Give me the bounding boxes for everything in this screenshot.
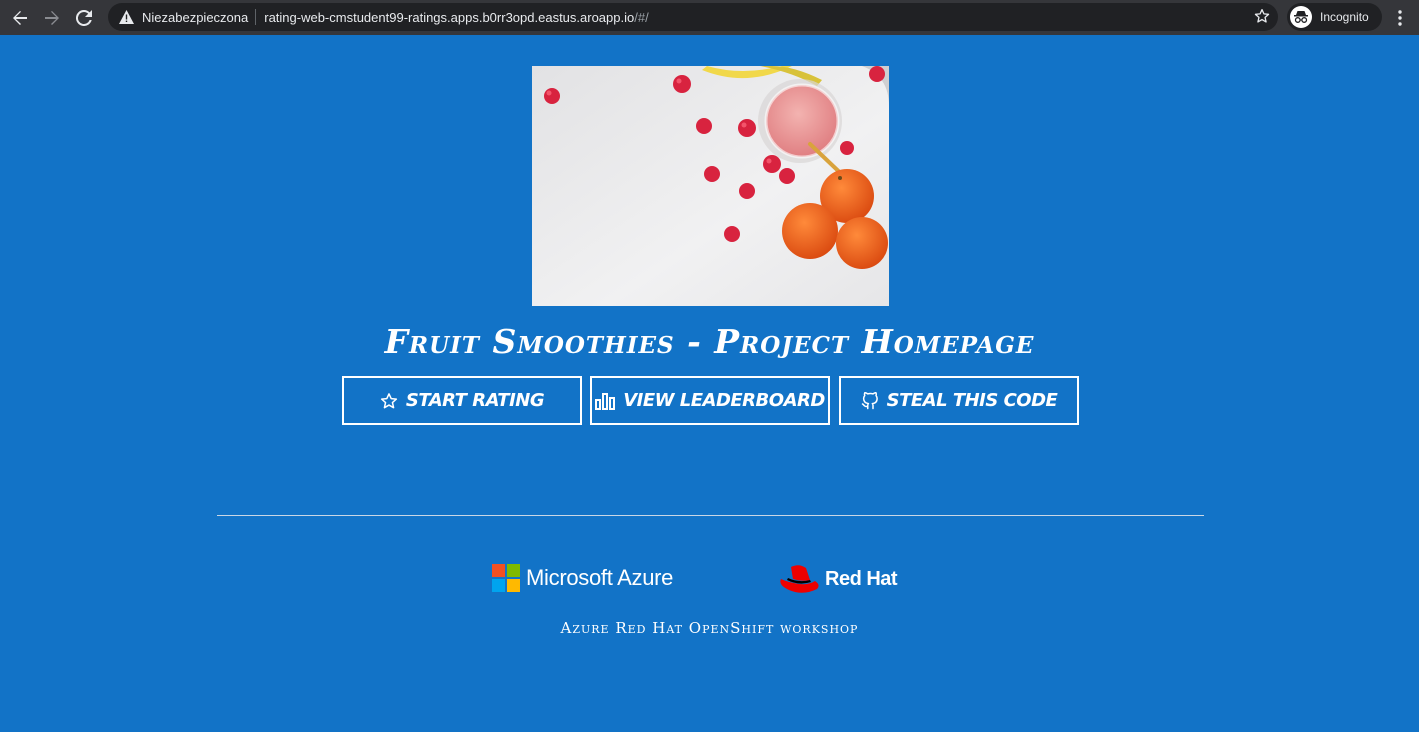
- view-leaderboard-label: View Leaderboard: [623, 390, 825, 411]
- red-hat-logo: Red Hat: [779, 563, 898, 595]
- red-hat-logo-text: Red Hat: [825, 567, 898, 590]
- bar-chart-icon: [595, 392, 616, 410]
- forward-button[interactable]: [36, 2, 68, 34]
- microsoft-logo-icon: [492, 564, 520, 592]
- url-path: /#/: [634, 9, 649, 25]
- back-button[interactable]: [4, 2, 36, 34]
- omnibox-separator: [255, 9, 257, 25]
- arrow-left-icon: [13, 10, 27, 25]
- warning-icon: [118, 9, 134, 25]
- star-icon: [380, 392, 397, 408]
- browser-toolbar: Niezabezpieczona rating-web-cmstudent99-…: [0, 0, 1419, 35]
- microsoft-azure-logo: Microsoft Azure: [492, 564, 673, 592]
- steal-this-code-button[interactable]: Steal this code: [839, 376, 1079, 425]
- steal-this-code-label: Steal this code: [886, 390, 1058, 411]
- azure-logo-text: Microsoft Azure: [526, 565, 674, 590]
- reload-button[interactable]: [68, 2, 100, 34]
- workshop-caption: Azure Red Hat OpenShift workshop: [560, 619, 859, 637]
- page-title: Fruit Smoothies - Project Homepage: [384, 322, 1035, 361]
- start-rating-label: Start Rating: [405, 390, 545, 411]
- bookmark-star-icon[interactable]: [1254, 8, 1270, 29]
- incognito-label: Incognito: [1320, 10, 1369, 24]
- red-hat-fedora-icon: [780, 565, 819, 593]
- incognito-icon: [1290, 6, 1312, 28]
- reload-icon: [76, 9, 92, 26]
- github-icon: [861, 391, 878, 409]
- security-label[interactable]: Niezabezpieczona: [142, 10, 248, 25]
- url-text[interactable]: rating-web-cmstudent99-ratings.apps.b0rr…: [264, 10, 648, 25]
- browser-menu-button[interactable]: [1392, 8, 1408, 28]
- section-divider: [217, 515, 1204, 516]
- more-vertical-icon: [1398, 10, 1402, 26]
- start-rating-button[interactable]: Start Rating: [342, 376, 582, 425]
- incognito-badge[interactable]: Incognito: [1287, 3, 1382, 31]
- hero-image: [532, 66, 889, 306]
- page-content: Fruit Smoothies - Project Homepage Start…: [0, 35, 1419, 732]
- url-host: rating-web-cmstudent99-ratings.apps.b0rr…: [264, 9, 635, 25]
- address-bar[interactable]: Niezabezpieczona rating-web-cmstudent99-…: [108, 3, 1278, 31]
- arrow-right-icon: [45, 10, 59, 25]
- fruit-smoothie-photo: [532, 66, 889, 306]
- view-leaderboard-button[interactable]: View Leaderboard: [590, 376, 830, 425]
